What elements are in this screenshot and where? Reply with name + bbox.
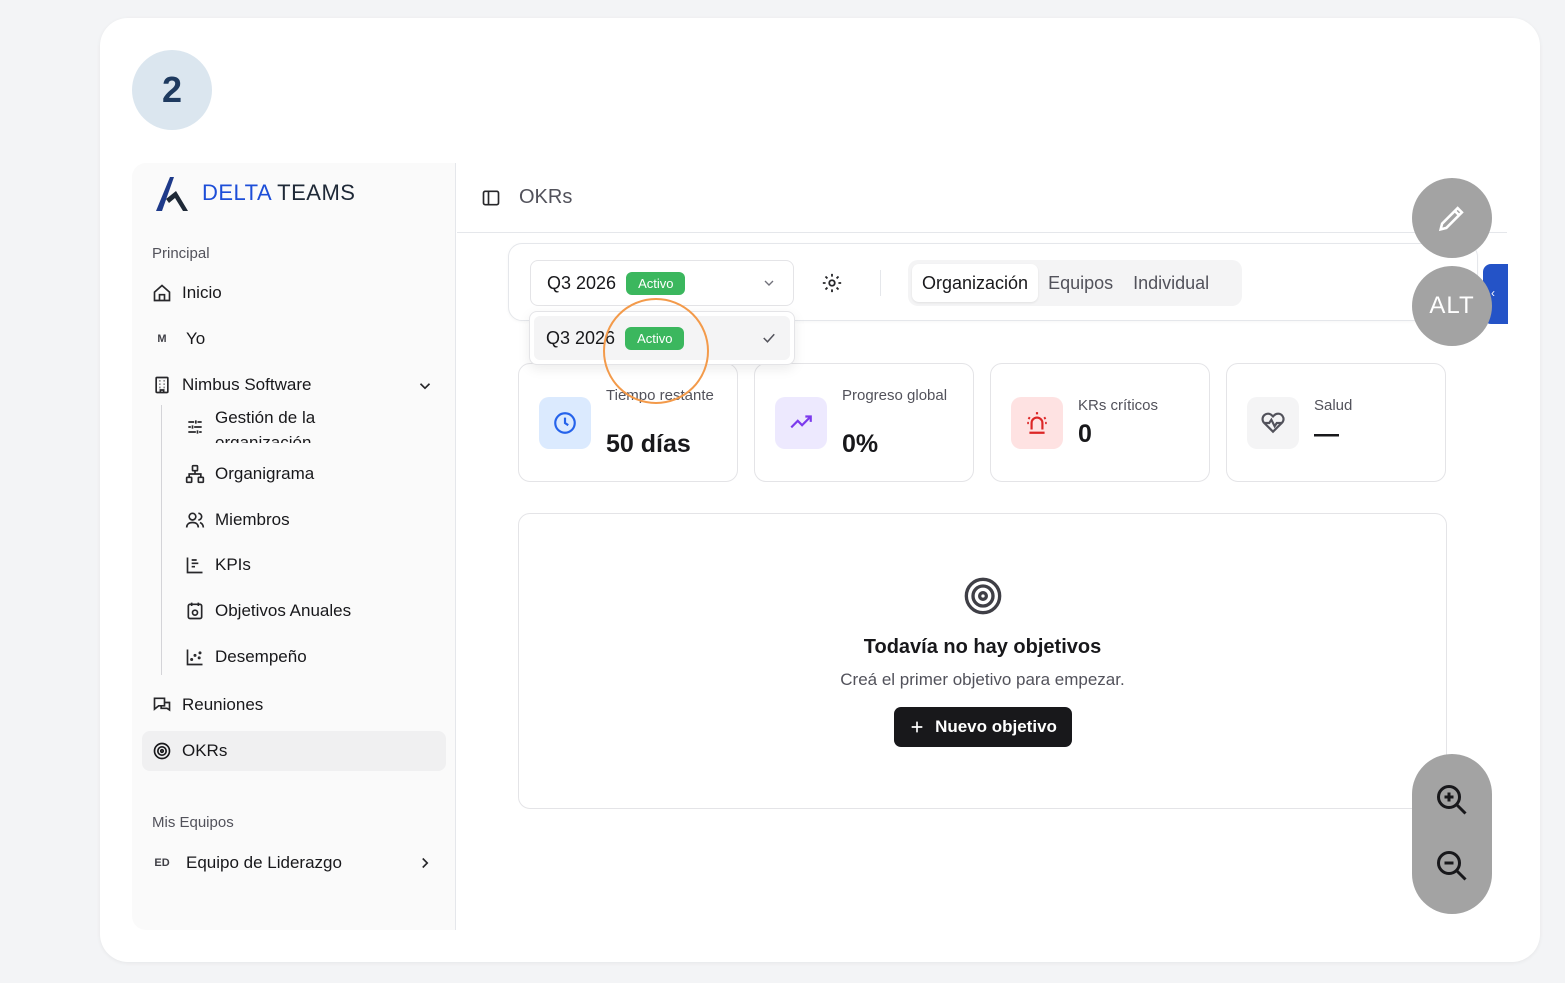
brand-part1: DELTA	[202, 180, 271, 205]
avatar: ED	[154, 857, 170, 869]
sidebar-item-label: Miembros	[215, 510, 290, 529]
sidebar-item-kpis[interactable]: KPIs	[185, 555, 251, 575]
chevron-down-icon[interactable]	[416, 377, 434, 395]
users-icon	[185, 512, 205, 528]
siren-icon-box	[1011, 397, 1063, 449]
stat-value: 0	[1078, 420, 1092, 448]
sidebar-item-label: Gestión de la organización	[215, 408, 316, 443]
zoom-in-icon[interactable]	[1434, 782, 1470, 818]
click-indicator-ring	[603, 298, 709, 404]
sidebar-item-label: Inicio	[182, 283, 222, 302]
sidebar-item-miembros[interactable]: Miembros	[185, 510, 290, 530]
empty-title: Todavía no hay objetivos	[863, 636, 1102, 658]
chart-icon	[186, 557, 203, 574]
zoom-out-icon[interactable]	[1434, 848, 1470, 884]
alt-button[interactable]: ALT	[1412, 266, 1492, 346]
stat-value: 50 días	[606, 430, 691, 458]
target-icon	[153, 742, 171, 760]
sidebar: DELTA TEAMS Principal Inicio M Yo Nimbus…	[132, 163, 456, 930]
delta-logo-icon	[156, 177, 188, 211]
stat-label: Progreso global	[842, 387, 948, 404]
chat-icon	[153, 697, 171, 712]
period-value: Q3 2026	[547, 272, 617, 293]
sidebar-item-label: Nimbus Software	[182, 375, 312, 394]
sidebar-item-gestion[interactable]: Gestión de la organización	[185, 405, 345, 443]
section-principal: Principal	[152, 245, 210, 262]
sidebar-item-inicio[interactable]: Inicio	[152, 283, 222, 303]
tab-individual[interactable]: Individual	[1123, 264, 1219, 302]
home-icon	[153, 284, 171, 302]
sidebar-item-reuniones[interactable]: Reuniones	[152, 695, 263, 715]
target-icon	[964, 577, 1002, 615]
clock-icon	[554, 412, 576, 434]
chevron-right-icon[interactable]	[416, 854, 434, 872]
sidebar-item-label: Desempeño	[215, 647, 307, 666]
sidebar-item-objetivos[interactable]: Objetivos Anuales	[185, 601, 351, 621]
topbar: OKRs	[457, 163, 1507, 233]
sliders-icon	[188, 420, 202, 434]
stat-salud: Salud —	[1226, 363, 1446, 482]
trending-up-icon	[790, 415, 812, 429]
app-window: DELTA TEAMS Principal Inicio M Yo Nimbus…	[132, 163, 1507, 930]
zoom-controls	[1412, 754, 1492, 914]
step-number: 2	[132, 50, 212, 130]
tab-equipos[interactable]: Equipos	[1038, 264, 1123, 302]
check-icon	[763, 333, 775, 343]
sidebar-item-organigrama[interactable]: Organigrama	[185, 464, 314, 484]
sidebar-item-team[interactable]: ED Equipo de Liderazgo	[152, 853, 342, 873]
empty-subtitle: Creá el primer objetivo para empezar.	[840, 670, 1125, 689]
sidebar-item-desempeno[interactable]: Desempeño	[185, 647, 307, 667]
clock-icon-box	[539, 397, 591, 449]
org-chart-icon	[185, 464, 205, 484]
brand-part2: TEAMS	[277, 180, 356, 205]
scatter-chart-icon	[186, 649, 203, 666]
alt-label: ALT	[1429, 292, 1475, 319]
sidebar-item-label: Reuniones	[182, 695, 264, 714]
divider	[880, 270, 881, 296]
tree-line	[161, 405, 162, 675]
brand-logo[interactable]: DELTA TEAMS	[152, 173, 355, 213]
brand-name: DELTA TEAMS	[202, 180, 355, 206]
trend-icon-box	[775, 397, 827, 449]
gear-icon[interactable]	[821, 272, 843, 294]
section-mis-equipos: Mis Equipos	[152, 814, 234, 831]
stat-label: Salud	[1314, 397, 1353, 414]
sidebar-item-label: Objetivos Anuales	[215, 601, 352, 620]
siren-icon	[1027, 412, 1047, 434]
sidebar-item-label: Yo	[186, 329, 206, 348]
sidebar-item-label: KPIs	[215, 555, 251, 574]
avatar: M	[157, 333, 167, 345]
view-tabs: Organización Equipos Individual	[908, 260, 1242, 306]
sidebar-toggle-icon[interactable]	[481, 188, 501, 208]
heart-pulse-icon	[1261, 412, 1285, 434]
heart-icon-box	[1247, 397, 1299, 449]
calendar-target-icon	[187, 602, 203, 620]
sidebar-item-label: Organigrama	[215, 464, 315, 483]
page-title: OKRs	[519, 186, 573, 208]
sidebar-item-label: Equipo de Liderazgo	[186, 853, 342, 872]
plus-icon	[911, 721, 923, 733]
chevron-down-icon	[764, 280, 774, 286]
tab-organizacion[interactable]: Organización	[912, 264, 1039, 302]
sidebar-item-yo[interactable]: M Yo	[152, 329, 205, 349]
stat-label: KRs críticos	[1078, 397, 1159, 414]
stat-value: —	[1314, 420, 1339, 448]
status-badge: Activo	[626, 271, 686, 295]
stat-krs: KRs críticos 0	[990, 363, 1210, 482]
main-panel: OKRs Q3 2026 Activo Organización Equipos…	[457, 163, 1507, 930]
edit-button[interactable]	[1412, 178, 1492, 258]
new-objective-button[interactable]: Nuevo objetivo	[894, 707, 1072, 747]
stat-progreso: Progreso global 0%	[754, 363, 974, 482]
button-label: Nuevo objetivo	[935, 717, 1057, 736]
sidebar-item-org[interactable]: Nimbus Software	[152, 375, 311, 395]
building-icon	[155, 376, 169, 394]
pencil-icon	[1438, 206, 1464, 232]
sidebar-item-okrs[interactable]: OKRs	[152, 741, 227, 761]
stat-value: 0%	[842, 430, 879, 458]
sidebar-item-label: OKRs	[182, 741, 228, 760]
empty-state: Todavía no hay objetivos Creá el primer …	[518, 513, 1447, 809]
